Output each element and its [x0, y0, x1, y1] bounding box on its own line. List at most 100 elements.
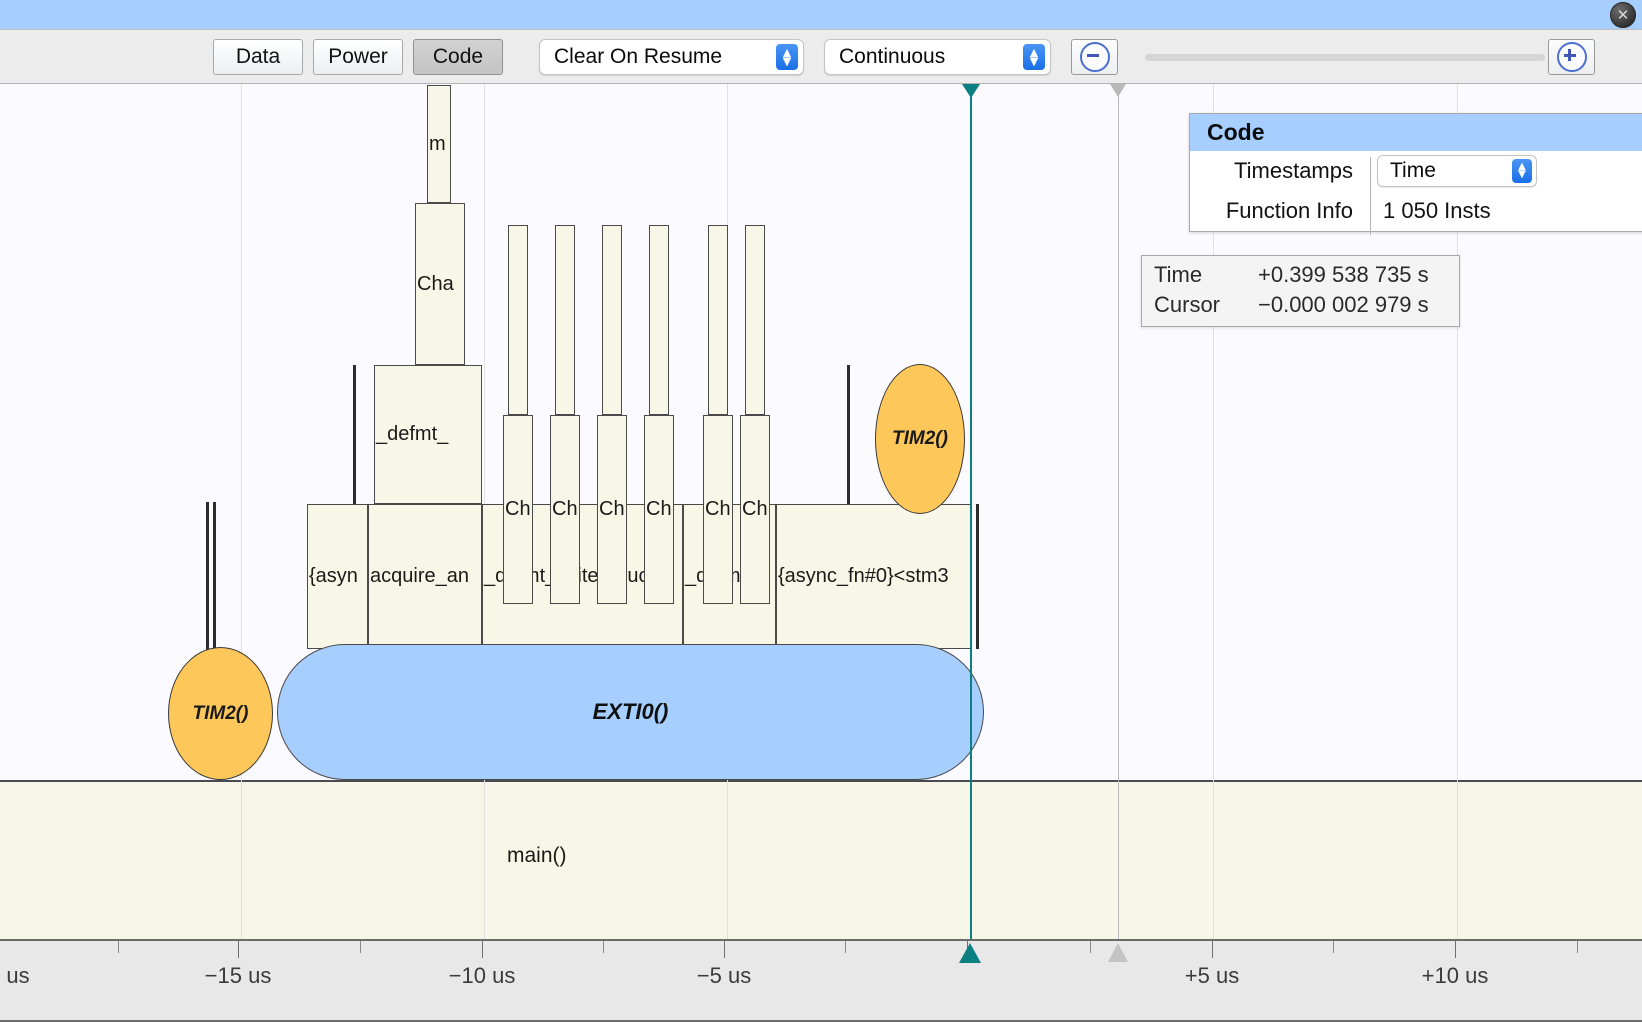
flame-block[interactable]: Cha [415, 203, 465, 365]
interrupt-oval-tim2[interactable]: TIM2() [875, 364, 965, 514]
axis-tick-major [238, 941, 239, 958]
flame-block[interactable]: {async_fn#0}<stm3 [776, 504, 972, 649]
function-info-label: Function Info [1190, 198, 1367, 224]
flame-block-label: m [428, 133, 446, 156]
axis-tick-label: us [6, 963, 29, 989]
tab-code-label: Code [433, 45, 483, 69]
chevron-updown-icon: ▲▼ [1023, 44, 1045, 70]
axis-tick-minor [845, 941, 846, 953]
interrupt-oval-tim2[interactable]: TIM2() [168, 647, 273, 780]
flame-block[interactable]: m [427, 85, 451, 203]
main-toolbar: Data Power Code Clear On Resume ▲▼ Conti… [0, 30, 1642, 84]
flame-block[interactable]: Ch [703, 415, 733, 604]
tab-power-label: Power [328, 45, 388, 69]
flame-block-label: {async_fn#0}<stm3 [777, 565, 949, 588]
run-mode-value: Continuous [825, 45, 1023, 69]
tracealyzer-window: ✕ Data Power Code Clear On Resume ▲▼ Con… [0, 0, 1642, 1022]
axis-tick-minor [1090, 941, 1091, 953]
clear-mode-value: Clear On Resume [540, 45, 776, 69]
flame-block[interactable]: _defmt_ [374, 365, 482, 504]
zoom-in-icon [1557, 42, 1587, 72]
call-separator-bar [353, 365, 356, 504]
axis-tick-major [1212, 941, 1213, 958]
code-panel-row-timestamps: Timestamps Time ▲▼ [1190, 151, 1642, 191]
zoom-out-icon [1080, 42, 1110, 72]
axis-tick-minor [1333, 941, 1334, 953]
tab-data[interactable]: Data [213, 39, 303, 75]
flame-block[interactable]: acquire_an [368, 504, 482, 649]
flame-block-label: {asyn [308, 565, 358, 588]
interrupt-pill-exti0[interactable]: EXTI0() [277, 644, 984, 780]
interrupt-oval-label: TIM2() [193, 703, 249, 725]
call-separator-bar [213, 502, 216, 662]
flame-block[interactable]: Ch [644, 415, 674, 604]
interrupt-oval-label: TIM2() [892, 428, 948, 450]
readout-cursor-value: −0.000 002 979 s [1258, 290, 1429, 320]
view-mode-segmented-control: Data Power Code [213, 39, 503, 75]
main-function-label: main() [507, 844, 567, 868]
zoom-out-button[interactable] [1071, 39, 1118, 75]
flame-block[interactable]: Ch [503, 415, 533, 604]
axis-tick-minor [603, 941, 604, 953]
flame-block-label: Ch [504, 498, 531, 521]
flame-block-label: Ch [741, 498, 768, 521]
flame-block-label: Cha [416, 273, 454, 296]
axis-tick-minor [118, 941, 119, 953]
trace-cursor-line[interactable] [970, 84, 972, 939]
trace-marker-handle[interactable] [1110, 84, 1126, 97]
call-separator-bar [206, 502, 209, 662]
ruler-marker-handle[interactable] [1108, 943, 1128, 962]
code-info-panel: Code Timestamps Time ▲▼ Function Info 1 … [1189, 113, 1642, 232]
zoom-slider[interactable] [1145, 54, 1545, 61]
run-mode-select[interactable]: Continuous ▲▼ [824, 39, 1051, 75]
flame-block[interactable]: {asyn [307, 504, 368, 649]
chevron-updown-icon: ▲▼ [776, 44, 798, 70]
axis-tick-label: +10 us [1422, 963, 1489, 989]
flame-block[interactable] [649, 225, 669, 415]
code-panel-row-function-info: Function Info 1 050 Insts [1190, 191, 1642, 231]
readout-time-value: +0.399 538 735 s [1258, 260, 1429, 290]
flame-block-label: Ch [704, 498, 731, 521]
axis-tick-label: −15 us [205, 963, 272, 989]
time-readout-panel: Time +0.399 538 735 s Cursor −0.000 002 … [1141, 255, 1460, 327]
trace-marker-line[interactable] [1118, 84, 1119, 939]
flame-block[interactable] [555, 225, 575, 415]
axis-tick-major [1455, 941, 1456, 958]
tab-power[interactable]: Power [313, 39, 403, 75]
flame-block[interactable]: Ch [550, 415, 580, 604]
call-separator-bar [976, 504, 979, 649]
flame-block[interactable] [602, 225, 622, 415]
timestamps-select[interactable]: Time ▲▼ [1377, 155, 1537, 187]
trace-cursor-handle[interactable] [962, 84, 980, 98]
axis-tick-minor [360, 941, 361, 953]
ruler-cursor-handle[interactable] [959, 943, 981, 963]
close-icon[interactable]: ✕ [1610, 2, 1636, 28]
timestamps-value: Time [1378, 159, 1512, 183]
readout-cursor-label: Cursor [1154, 290, 1258, 320]
tab-code[interactable]: Code [413, 39, 503, 75]
flame-block-label: acquire_an [369, 565, 469, 588]
code-panel-divider [1370, 157, 1371, 235]
readout-row-cursor: Cursor −0.000 002 979 s [1142, 290, 1459, 320]
tab-data-label: Data [236, 45, 280, 69]
flame-block-label: Ch [551, 498, 578, 521]
time-axis-ruler[interactable]: us−15 us−10 us−5 us+5 us+10 us [0, 939, 1642, 1022]
readout-row-time: Time +0.399 538 735 s [1142, 260, 1459, 290]
zoom-in-button[interactable] [1548, 39, 1595, 75]
flame-block[interactable] [708, 225, 728, 415]
timestamps-label: Timestamps [1190, 158, 1367, 184]
window-titlebar: ✕ [0, 0, 1642, 30]
flame-block-label: Ch [645, 498, 672, 521]
call-separator-bar [847, 365, 850, 504]
flame-block[interactable] [745, 225, 765, 415]
chevron-updown-icon: ▲▼ [1512, 159, 1532, 183]
clear-mode-select[interactable]: Clear On Resume ▲▼ [539, 39, 804, 75]
code-panel-title: Code [1190, 114, 1642, 151]
flame-block-label: Ch [598, 498, 625, 521]
flame-block[interactable]: Ch [740, 415, 770, 604]
flame-block[interactable] [508, 225, 528, 415]
flame-block[interactable]: Ch [597, 415, 627, 604]
flame-block-label: _defmt_ [375, 423, 448, 446]
function-info-value: 1 050 Insts [1367, 198, 1491, 224]
main-function-row[interactable]: main() [0, 780, 1642, 939]
